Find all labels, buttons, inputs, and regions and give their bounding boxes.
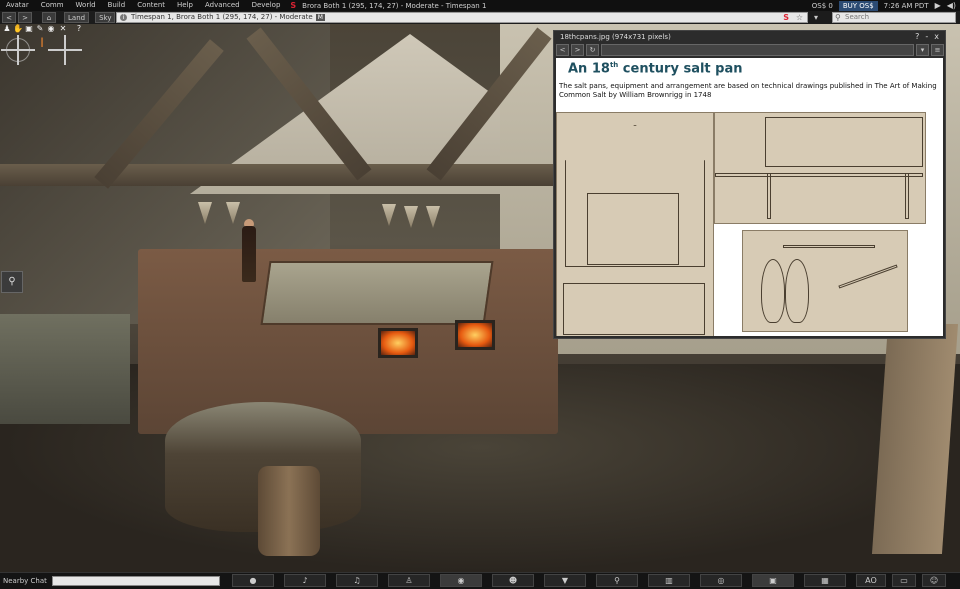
camera-controls: ♟ ✋ ▣ ✎ ◉ ✕ ? ┃ (0, 24, 86, 65)
camera-icon[interactable]: ▣ (752, 574, 794, 587)
search-input[interactable]: ⚲ Search (832, 12, 956, 23)
hanging-basket (404, 206, 418, 228)
inventory-icon[interactable]: ▦ (804, 574, 846, 587)
etching-furnace-elevation (556, 112, 714, 336)
close-icon[interactable]: x (934, 32, 939, 41)
forward-button[interactable]: > (571, 44, 584, 56)
status-area: OS$ 0 BUY OS$ 7:26 AM PDT ▶ ◀) (812, 0, 960, 11)
menu-content[interactable]: Content (131, 0, 171, 11)
cube-icon[interactable]: ▣ (24, 24, 34, 33)
furnace-fire (455, 320, 495, 350)
favorite-star-icon[interactable]: ☆ (796, 13, 803, 22)
search-icon: ⚲ (835, 13, 841, 22)
menu-advanced[interactable]: Advanced (199, 0, 246, 11)
popup-controls: ? - x (915, 32, 939, 41)
home-icon[interactable]: ⌂ (42, 12, 56, 23)
maturity-badge: M (315, 14, 325, 21)
hanging-basket (426, 206, 440, 228)
brush-icon[interactable]: ✎ (35, 24, 45, 33)
window-title: Brora Both 1 (295, 174, 27) - Moderate -… (302, 1, 487, 10)
land-button[interactable]: Land (64, 12, 90, 23)
menu-build[interactable]: Build (102, 0, 132, 11)
popup-content: An 18th century salt pan The salt pans, … (556, 58, 943, 336)
worker-avatar[interactable] (242, 226, 256, 282)
clock: 7:26 AM PDT (883, 1, 929, 10)
parcel-logo-icon: S (783, 13, 789, 22)
chevron-down-icon[interactable]: ▾ (814, 13, 818, 22)
pan-joystick[interactable] (48, 35, 82, 65)
people-icon[interactable]: ☻ (492, 574, 534, 587)
menu-comm[interactable]: Comm (35, 0, 70, 11)
map-icon[interactable]: ▥ (648, 574, 690, 587)
balance[interactable]: OS$ 0 (812, 2, 833, 10)
hand-icon[interactable]: ✋ (13, 24, 23, 33)
menu-help[interactable]: Help (171, 0, 199, 11)
back-button[interactable]: < (556, 44, 569, 56)
forward-button[interactable]: > (18, 12, 32, 23)
sky-button[interactable]: Sky (95, 12, 116, 23)
ao-button[interactable]: AO (856, 574, 886, 587)
eye-icon[interactable]: ◉ (440, 574, 482, 587)
bottom-toolbar: Nearby Chat ● ♪ ♫ ♙ ◉ ☻ ▼ ⚲ ▥ ◎ ▣ ▦ AO ▭… (0, 572, 960, 589)
search-placeholder: Search (845, 13, 870, 21)
person-icon[interactable]: ♟ (2, 24, 12, 33)
map-pin-icon[interactable]: ⚲ (1, 271, 23, 293)
walk-icon[interactable]: ♙ (388, 574, 430, 587)
shirt-icon[interactable]: ▼ (544, 574, 586, 587)
toolbar-buttons: ● ♪ ♫ ♙ ◉ ☻ ▼ ⚲ ▥ ◎ ▣ ▦ AO ▭ ☺ (232, 574, 946, 588)
minimize-icon[interactable]: - (925, 32, 928, 41)
url-field[interactable] (601, 44, 914, 56)
help-icon[interactable]: ? (915, 32, 919, 41)
headphones-icon[interactable]: ♫ (336, 574, 378, 587)
location-text: Timespan 1, Brora Both 1 (295, 174, 27) … (131, 13, 313, 21)
menu-world[interactable]: World (70, 0, 102, 11)
microphone-icon[interactable]: ♪ (284, 574, 326, 587)
settings-icon[interactable]: ▭ (892, 574, 916, 587)
barrel[interactable] (258, 466, 320, 556)
speech-icon[interactable]: ● (232, 574, 274, 587)
buy-currency-button[interactable]: BUY OS$ (838, 0, 878, 11)
salt-pan[interactable] (260, 261, 494, 325)
media-icon[interactable]: ▶ (935, 1, 941, 10)
gesture-icon[interactable]: ☺ (922, 574, 946, 587)
back-button[interactable]: < (2, 12, 16, 23)
info-icon[interactable]: i (120, 14, 127, 21)
location-input[interactable]: i Timespan 1, Brora Both 1 (295, 174, 27… (116, 12, 808, 23)
volume-icon[interactable]: ◀) (947, 1, 956, 10)
minimap-icon[interactable]: ◎ (700, 574, 742, 587)
hanging-basket (382, 204, 396, 226)
zoom-slider-icon[interactable]: ┃ (37, 38, 47, 47)
image-description: The salt pans, equipment and arrangement… (559, 82, 937, 99)
menu-icon[interactable]: ≡ (931, 44, 944, 56)
nearby-chat-button[interactable]: Nearby Chat (0, 574, 50, 588)
reload-icon[interactable]: ↻ (586, 44, 599, 56)
eye-icon[interactable]: ◉ (46, 24, 56, 33)
orbit-joystick[interactable] (1, 35, 35, 65)
help-icon[interactable]: ? (74, 24, 84, 33)
furnace-fire (378, 328, 418, 358)
menu-bar: Avatar Comm World Build Content Help Adv… (0, 0, 960, 11)
popup-title: 18thcpans.jpg (974x731 pixels) (560, 33, 671, 41)
roof-beam (0, 164, 560, 186)
menu-develop[interactable]: Develop (246, 0, 287, 11)
image-heading: An 18th century salt pan (568, 61, 743, 77)
chat-input[interactable] (51, 576, 220, 586)
etching-tools (742, 230, 908, 332)
stone-block (0, 314, 130, 424)
popup-nav: < > ↻ ▾ ≡ (556, 44, 944, 56)
etching-pan-section (714, 112, 926, 224)
search-icon[interactable]: ⚲ (596, 574, 638, 587)
close-icon[interactable]: ✕ (58, 24, 68, 33)
download-icon[interactable]: ▾ (916, 44, 929, 56)
menu-avatar[interactable]: Avatar (0, 0, 35, 11)
media-popup: 18thcpans.jpg (974x731 pixels) ? - x < >… (553, 30, 946, 339)
viewer-logo-icon: S (290, 1, 297, 10)
